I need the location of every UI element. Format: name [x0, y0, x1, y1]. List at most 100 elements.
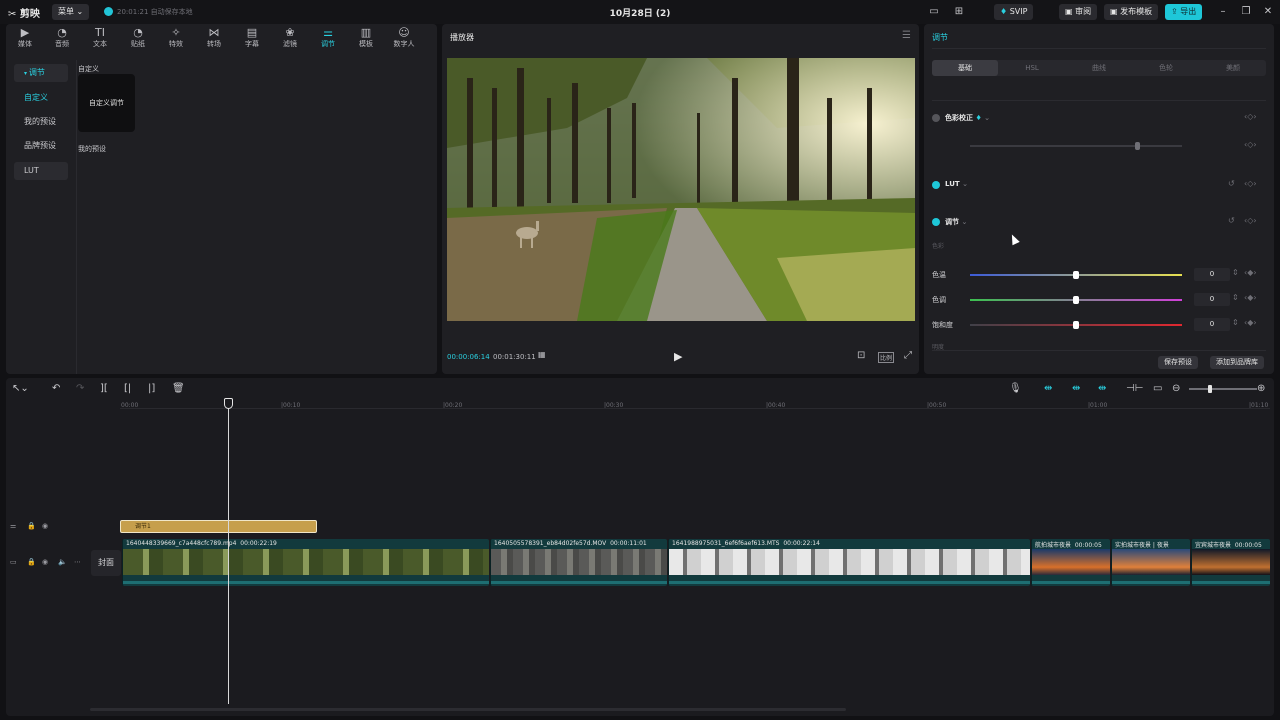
cover-button[interactable]: 封面 [91, 550, 121, 576]
color-correction-slider-knob[interactable] [1135, 142, 1140, 150]
eye-icon[interactable]: ◉ [42, 558, 48, 566]
lock-icon[interactable]: 🔒 [27, 558, 36, 566]
more-icon[interactable]: ⋯ [74, 558, 81, 566]
sidebar-item-brand-presets[interactable]: 品牌预设 [14, 137, 68, 155]
zoom-out-icon[interactable]: ⊖ [1172, 383, 1180, 394]
sidebar-item-my-presets[interactable]: 我的预设 [14, 113, 68, 131]
tab-beauty[interactable]: 美颜 [1200, 60, 1266, 76]
saturation-slider-knob[interactable] [1073, 321, 1079, 329]
keyframe-diamond-icon[interactable]: ‹◆› [1244, 318, 1257, 327]
stepper-icon[interactable]: ⇕ [1232, 293, 1239, 302]
undo-icon[interactable]: ↶ [52, 383, 60, 394]
video-clip[interactable]: 1641988975031_6ef6f6aef613.MTS 00:00:22:… [668, 539, 1030, 586]
main-track-magnet-icon[interactable]: ⇹ [1044, 383, 1052, 394]
export-button[interactable]: ⇪ 导出 [1165, 4, 1203, 20]
color-correction-checkbox[interactable] [932, 114, 940, 122]
screen-mode-icon[interactable]: ⊞ [952, 5, 966, 19]
trim-right-icon[interactable]: |] [148, 383, 155, 394]
tool-caption[interactable]: ▤ 字幕 [234, 26, 270, 52]
tool-template[interactable]: ▥ 模板 [348, 26, 384, 52]
zoom-in-icon[interactable]: ⊕ [1257, 383, 1265, 394]
reset-icon[interactable]: ↺ [1228, 179, 1235, 188]
video-clip[interactable]: 实拍城市夜景 | 夜景 [1111, 539, 1190, 586]
preview-axis-icon[interactable]: ⊣⊢ [1126, 383, 1143, 394]
save-preset-button[interactable]: 保存预设 [1158, 356, 1198, 369]
split-icon[interactable]: ][ [100, 383, 108, 394]
svip-button[interactable]: ♦ SVIP [994, 4, 1034, 20]
play-button[interactable]: ▶ [674, 350, 682, 363]
lut-checkbox[interactable] [932, 181, 940, 189]
adjust-checkbox[interactable] [932, 218, 940, 226]
saturation-value-input[interactable]: 0 [1194, 318, 1230, 331]
video-preview[interactable] [447, 58, 915, 321]
temperature-slider-knob[interactable] [1073, 271, 1079, 279]
add-to-brand-library-button[interactable]: 添加到品牌库 [1210, 356, 1264, 369]
speaker-icon[interactable]: 🔈 [58, 558, 67, 566]
current-timecode: 00:00:06:14 [447, 353, 490, 361]
sidebar-header-adjust[interactable]: ▾ 调节 [14, 64, 68, 82]
tool-effects[interactable]: ✧ 特效 [158, 26, 194, 52]
screenshot-icon[interactable]: ⊡ [857, 350, 865, 361]
adjust-clip[interactable]: 调节1 [120, 520, 317, 533]
player-menu-icon[interactable]: ☰ [902, 30, 911, 41]
stepper-icon[interactable]: ⇕ [1232, 318, 1239, 327]
keyframe-diamond-icon[interactable]: ‹◆› [1244, 268, 1257, 277]
fit-timeline-icon[interactable]: ▭ [1153, 383, 1162, 394]
tab-hsl[interactable]: HSL [999, 60, 1065, 76]
auto-snap-icon[interactable]: ⇹ [1072, 383, 1080, 394]
tool-media[interactable]: ▶ 媒体 [7, 26, 43, 52]
tint-slider-knob[interactable] [1073, 296, 1079, 304]
eye-icon[interactable]: ◉ [42, 522, 48, 530]
playhead-handle[interactable] [224, 398, 233, 409]
sidebar-item-custom[interactable]: 自定义 [14, 89, 68, 107]
playhead-line[interactable] [228, 406, 229, 704]
tool-adjust[interactable]: ⚌ 调节 [310, 26, 346, 52]
video-clip[interactable]: 1640505578391_eb84d02fe57d.MOV 00:00:11:… [490, 539, 667, 586]
tool-transition[interactable]: ⋈ 转场 [196, 26, 232, 52]
review-button[interactable]: ▣ 审阅 [1059, 4, 1098, 20]
keyframe-diamond-icon[interactable]: ‹◇› [1244, 140, 1257, 149]
redo-icon[interactable]: ↷ [76, 383, 84, 394]
tab-curves[interactable]: 曲线 [1066, 60, 1132, 76]
sidebar-item-lut[interactable]: LUT [14, 162, 68, 180]
tool-filter[interactable]: ❀ 滤镜 [272, 26, 308, 52]
tool-audio[interactable]: ◔ 音频 [44, 26, 80, 52]
tool-label: 调节 [321, 40, 335, 48]
fullscreen-icon[interactable]: ⤢ [904, 350, 912, 361]
zoom-slider-track[interactable] [1189, 388, 1257, 390]
keyframe-diamond-icon[interactable]: ‹◇› [1244, 216, 1257, 225]
lock-icon[interactable]: 🔒 [27, 522, 36, 530]
tool-text[interactable]: TI 文本 [82, 26, 118, 52]
publish-template-button[interactable]: ▣ 发布模板 [1104, 4, 1159, 20]
tint-value-input[interactable]: 0 [1194, 293, 1230, 306]
trim-left-icon[interactable]: [| [124, 383, 131, 394]
reset-icon[interactable]: ↺ [1228, 216, 1235, 225]
aspect-ratio-button[interactable]: 比例 [878, 352, 895, 363]
stepper-icon[interactable]: ⇕ [1232, 268, 1239, 277]
color-correction-slider-track[interactable] [970, 145, 1182, 147]
clip-thumbnails [1112, 549, 1190, 575]
timeline-view-icon[interactable]: ▦ [538, 350, 546, 359]
tool-sticker[interactable]: ◔ 贴纸 [120, 26, 156, 52]
tab-color-wheel[interactable]: 色轮 [1133, 60, 1199, 76]
delete-icon[interactable]: 🗑 [172, 383, 185, 394]
keyframe-diamond-icon[interactable]: ‹◆› [1244, 293, 1257, 302]
microphone-icon[interactable]: 🎙 [1009, 383, 1022, 394]
close-icon[interactable]: ✕ [1261, 5, 1275, 19]
custom-adjust-card[interactable]: 自定义调节 [78, 74, 135, 132]
tool-digital-human[interactable]: ☺ 数字人 [386, 26, 422, 52]
minimize-icon[interactable]: – [1216, 5, 1230, 19]
keyframe-diamond-icon[interactable]: ‹◇› [1244, 112, 1257, 121]
zoom-slider-knob[interactable] [1208, 385, 1212, 393]
video-clip[interactable]: 宜宾城市夜景 00:00:05 [1191, 539, 1270, 586]
maximize-icon[interactable]: ❐ [1239, 5, 1253, 19]
video-clip[interactable]: 1640448339669_c7a448cfc789.mp4 00:00:22:… [122, 539, 489, 586]
video-clip[interactable]: 航拍城市夜景 00:00:05 [1031, 539, 1110, 586]
select-tool-icon[interactable]: ↖⌄ [12, 383, 29, 394]
keyframe-diamond-icon[interactable]: ‹◇› [1244, 179, 1257, 188]
timeline-horizontal-scrollbar[interactable] [90, 708, 846, 711]
tab-basic[interactable]: 基础 [932, 60, 998, 76]
linkage-icon[interactable]: ⇹ [1098, 383, 1106, 394]
temperature-value-input[interactable]: 0 [1194, 268, 1230, 281]
layout-icon[interactable]: ▭ [927, 5, 941, 19]
